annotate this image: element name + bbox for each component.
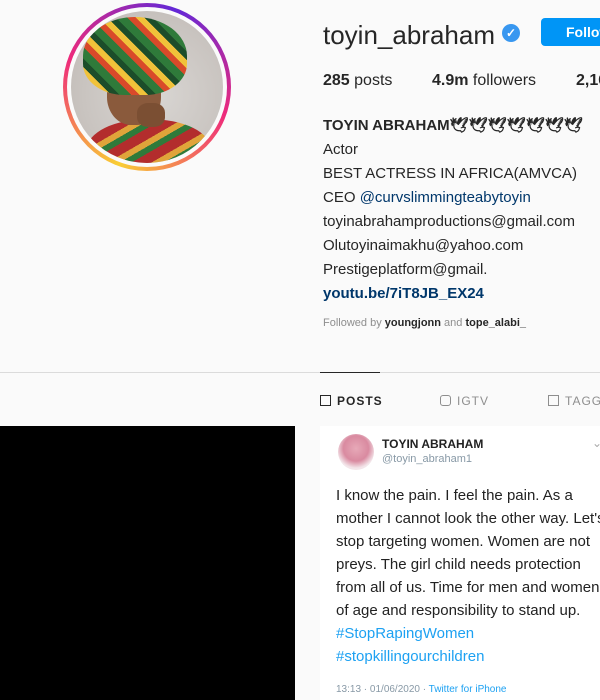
verified-badge-icon: ✓ (502, 24, 520, 42)
tweet-text: I know the pain. I feel the pain. As a m… (336, 484, 600, 668)
chevron-down-icon: ⌄ (592, 436, 600, 450)
tagged-icon (548, 395, 559, 406)
bio-email-1: toyinabrahamproductions@gmail.com (323, 213, 576, 230)
followed-by-user-1[interactable]: youngjonn (385, 317, 441, 329)
followed-by-and: and (444, 317, 463, 329)
bio-website-link[interactable]: youtu.be/7iT8JB_EX24 (323, 282, 600, 306)
active-tab-indicator (320, 372, 380, 373)
tweet-author-name: TOYIN ABRAHAM (382, 437, 484, 451)
followers-stat[interactable]: 4.9m followers (432, 72, 536, 90)
tab-igtv-label: IGTV (457, 394, 490, 408)
bio-email-2: Olutoyinaimakhu@yahoo.com (323, 237, 524, 254)
followers-label: followers (472, 72, 537, 89)
bio-ceo-link[interactable]: @curvslimmingteabytoyin (360, 189, 531, 206)
avatar-hand (137, 103, 165, 127)
tweet-time: 13:13 · 01/06/2020 · (336, 684, 429, 695)
profile-username: toyin_abraham (323, 20, 495, 50)
tweet-hashtag-1: #StopRapingWomen (336, 625, 475, 642)
followed-by-user-2[interactable]: tope_alabi_ (465, 317, 526, 329)
followers-count: 4.9m (432, 72, 469, 89)
profile-bio: TOYIN ABRAHAM🕊🕊🕊🕊🕊🕊🕊 Actor BEST ACTRESS … (323, 114, 600, 306)
tweet-avatar (338, 434, 374, 470)
post-thumbnail-video[interactable] (0, 426, 295, 700)
tweet-meta: 13:13 · 01/06/2020 · Twitter for iPhone (336, 684, 506, 695)
bio-full-name: TOYIN ABRAHAM🕊🕊🕊🕊🕊🕊🕊 (323, 117, 583, 134)
tabs-divider (0, 372, 600, 373)
igtv-icon (440, 395, 451, 406)
bio-ceo-line: CEO @curvslimmingteabytoyin (323, 186, 600, 210)
tab-tagged-label: TAGG (565, 394, 600, 408)
bio-line: BEST ACTRESS IN AFRICA(AMVCA) (323, 165, 577, 182)
tab-igtv[interactable]: IGTV (440, 394, 489, 408)
post-thumbnail-tweet[interactable]: TOYIN ABRAHAM @toyin_abraham1 ⌄ I know t… (320, 426, 600, 700)
tab-posts[interactable]: POSTS (320, 394, 383, 408)
bio-category: Actor (323, 141, 359, 158)
tab-tagged[interactable]: TAGG (548, 394, 600, 408)
grid-icon (320, 395, 331, 406)
tweet-body: I know the pain. I feel the pain. As a m… (336, 487, 600, 619)
bio-ceo-prefix: CEO (323, 189, 360, 206)
tweet-hashtag-2: #stopkillingourchildren (336, 648, 485, 665)
avatar-headwrap (83, 17, 187, 95)
follow-button[interactable]: Follow (541, 18, 600, 46)
profile-avatar[interactable] (63, 3, 231, 171)
posts-stat: 285 posts (323, 72, 392, 90)
avatar-image (71, 11, 223, 163)
followed-by-prefix: Followed by (323, 317, 382, 329)
posts-label: posts (354, 72, 393, 89)
followed-by[interactable]: Followed by youngjonn and tope_alabi_ (323, 317, 526, 329)
bio-email-3: Prestigeplatform@gmail. (323, 261, 488, 278)
following-count: 2,16 (576, 72, 600, 89)
tweet-source: Twitter for iPhone (428, 684, 507, 695)
tab-posts-label: POSTS (337, 394, 383, 408)
tweet-author-handle: @toyin_abraham1 (382, 453, 473, 465)
posts-count: 285 (323, 72, 350, 89)
following-stat[interactable]: 2,16 (576, 72, 600, 90)
